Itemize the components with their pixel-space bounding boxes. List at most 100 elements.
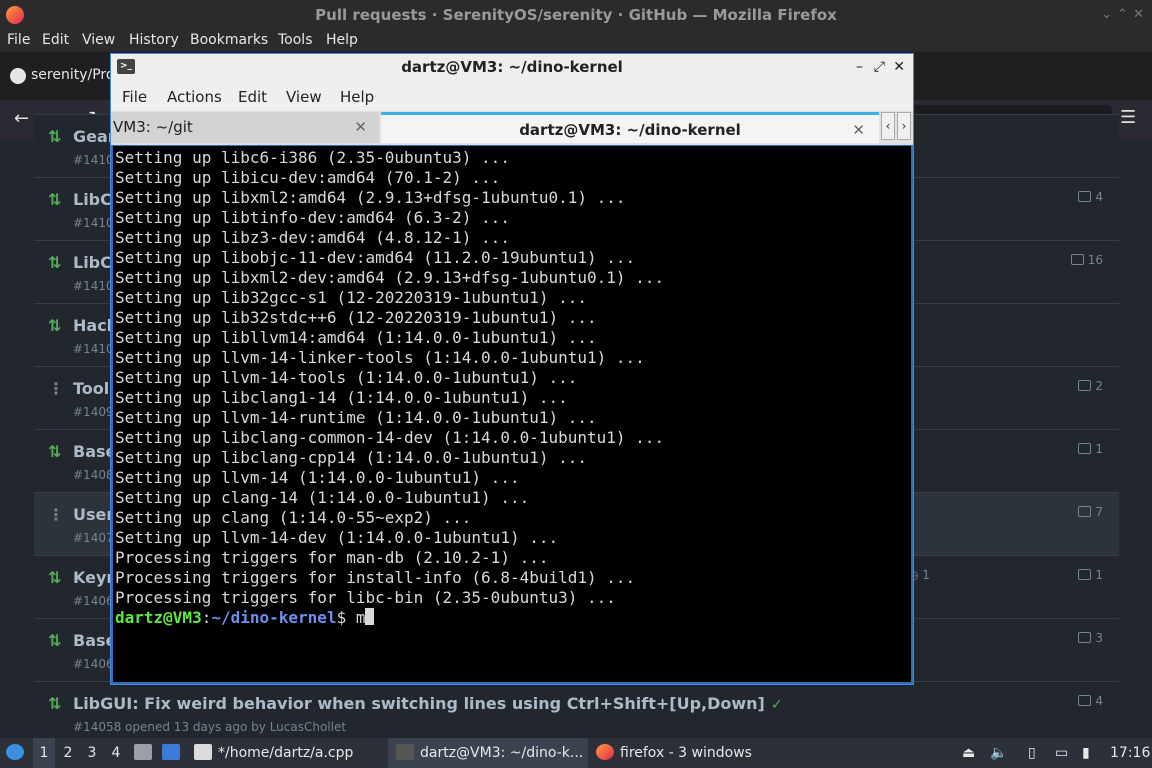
clock[interactable]: 17:16 [1110, 738, 1150, 768]
hamburger-menu-icon[interactable]: ☰ [1120, 107, 1136, 128]
battery-icon[interactable]: ▮ [1082, 738, 1090, 768]
clipboard-icon[interactable]: ▯ [1028, 738, 1036, 768]
tab-dino-kernel[interactable]: dartz@VM3: ~/dino-kernel ✕ [381, 112, 879, 143]
menu-history[interactable]: History [129, 32, 179, 48]
menu-help[interactable]: Help [326, 32, 358, 48]
prompt-separator: : [201, 608, 212, 627]
workspace-2[interactable]: 2 [57, 738, 79, 768]
pr-row[interactable]: ⇅ LibGUI: Fix weird behavior when switch… [34, 681, 1119, 744]
terminal-line: Setting up lib32stdc++6 (12-20220319-1ub… [115, 308, 597, 327]
menu-edit[interactable]: Edit [238, 88, 267, 106]
pr-title[interactable]: LibC [73, 253, 112, 272]
menu-edit[interactable]: Edit [42, 32, 69, 48]
terminal-line: Setting up libclang1-14 (1:14.0.0-1ubunt… [115, 388, 568, 407]
comment-icon [1078, 569, 1092, 580]
terminal-line: Setting up libicu-dev:amd64 (70.1-2) ... [115, 168, 501, 187]
pr-open-icon: ⇅ [48, 631, 62, 650]
pr-draft-icon: ⋮ [48, 379, 64, 398]
terminal-line: Setting up clang-14 (1:14.0.0-1ubuntu1) … [115, 488, 530, 507]
terminal-line: Setting up libobjc-11-dev:amd64 (11.2.0-… [115, 248, 636, 267]
github-icon [10, 68, 26, 84]
pr-title[interactable]: LibC [73, 190, 112, 209]
terminal-line: Setting up llvm-14-linker-tools (1:14.0.… [115, 348, 645, 367]
close-icon[interactable]: ✕ [1133, 0, 1144, 30]
volume-icon[interactable]: 🔈 [990, 738, 1007, 768]
pr-title[interactable]: User [73, 505, 114, 524]
comment-count[interactable]: 16 [1070, 253, 1103, 267]
minimize-icon[interactable]: ⌄ [1101, 0, 1112, 30]
comment-count[interactable]: 2 [1078, 379, 1103, 393]
comment-count[interactable]: 1 [1078, 442, 1103, 456]
firefox-logo-icon [6, 6, 24, 24]
prompt-path: ~/dino-kernel [211, 608, 337, 627]
terminal-line: Setting up libxml2-dev:amd64 (2.9.13+dfs… [115, 268, 665, 287]
menu-actions[interactable]: Actions [167, 88, 222, 106]
comment-icon [1070, 254, 1084, 265]
terminal-line: Setting up libtinfo-dev:amd64 (6.3-2) ..… [115, 208, 510, 227]
text-cursor [365, 608, 375, 625]
comment-count[interactable]: 3 [1078, 631, 1103, 645]
maximize-icon[interactable]: ⤢ [874, 54, 885, 81]
pr-open-icon: ⇅ [48, 253, 62, 272]
minimize-icon[interactable]: – [856, 54, 863, 81]
menu-file[interactable]: File [7, 32, 30, 48]
network-icon[interactable]: ▭ [1055, 738, 1068, 768]
comment-count[interactable]: 4 [1078, 694, 1103, 708]
prompt-input[interactable]: m [356, 608, 366, 627]
menu-bookmarks[interactable]: Bookmarks [190, 32, 268, 48]
pr-title[interactable]: LibGUI: Fix weird behavior when switchin… [73, 694, 783, 713]
maximize-icon[interactable]: ⌃ [1117, 0, 1128, 30]
tab-scroll-left-icon[interactable]: ‹ [881, 112, 895, 140]
file-manager-icon[interactable] [134, 738, 158, 768]
terminal-line: Setting up llvm-14-runtime (1:14.0.0-1ub… [115, 408, 597, 427]
pr-open-icon: ⇅ [48, 442, 62, 461]
workspace-4[interactable]: 4 [105, 738, 127, 768]
prompt-user: dartz@VM3 [115, 608, 202, 627]
konsole-window: >_ dartz@VM3: ~/dino-kernel – ⤢ ✕ File A… [110, 53, 914, 685]
comment-icon [1078, 380, 1092, 391]
menu-file[interactable]: File [122, 88, 147, 106]
terminal-prompt[interactable]: dartz@VM3:~/dino-kernel$ m [115, 608, 911, 628]
close-tab-icon[interactable]: ✕ [354, 112, 367, 143]
comment-count[interactable]: 7 [1078, 505, 1103, 519]
workspace-3[interactable]: 3 [81, 738, 103, 768]
start-menu-icon[interactable] [6, 738, 28, 768]
terminal-line: Setting up libclang-cpp14 (1:14.0.0-1ubu… [115, 448, 588, 467]
tray-up-icon[interactable]: ⏏ [962, 738, 975, 768]
comment-count[interactable]: 1 [1078, 568, 1103, 582]
menu-help[interactable]: Help [340, 88, 374, 106]
comment-count[interactable]: 4 [1078, 190, 1103, 204]
firefox-icon [596, 744, 614, 760]
back-icon[interactable]: ← [14, 108, 29, 129]
menu-view[interactable]: View [286, 88, 322, 106]
menu-tools[interactable]: Tools [278, 32, 313, 48]
terminal-line: Setting up llvm-14-tools (1:14.0.0-1ubun… [115, 368, 578, 387]
konsole-titlebar[interactable]: >_ dartz@VM3: ~/dino-kernel – ⤢ ✕ [111, 54, 913, 81]
terminal-line: Setting up libc6-i386 (2.35-0ubuntu3) ..… [115, 148, 510, 167]
task-konsole[interactable]: dartz@VM3: ~/dino-k... [388, 738, 588, 768]
show-desktop-icon[interactable] [162, 738, 186, 768]
comment-icon [1078, 191, 1092, 202]
close-icon[interactable]: ✕ [893, 54, 905, 81]
firefox-tab[interactable]: serenity/Pro [0, 64, 114, 92]
menu-view[interactable]: View [82, 32, 115, 48]
tab-scroll-right-icon[interactable]: › [897, 112, 911, 140]
tab-label: dartz@VM3: ~/dino-kernel [519, 121, 741, 139]
pr-open-icon: ⇅ [48, 694, 62, 713]
konsole-menubar: File Actions Edit View Help [111, 81, 913, 111]
terminal-line: Setting up libllvm14:amd64 (1:14.0.0-1ub… [115, 328, 597, 347]
workspace-1[interactable]: 1 [33, 738, 55, 768]
check-icon: ✓ [770, 697, 783, 713]
taskbar: 1 2 3 4 */home/dartz/a.cpp dartz@VM3: ~/… [0, 738, 1152, 768]
terminal-line: Processing triggers for man-db (2.10.2-1… [115, 548, 549, 567]
terminal-line: Processing triggers for install-info (6.… [115, 568, 636, 587]
terminal-output[interactable]: Setting up libc6-i386 (2.35-0ubuntu3) ..… [113, 146, 911, 682]
text-editor-icon [194, 744, 212, 760]
close-tab-icon[interactable]: ✕ [852, 115, 865, 146]
terminal-line: Setting up libz3-dev:amd64 (4.8.12-1) ..… [115, 228, 510, 247]
firefox-window-title: Pull requests · SerenityOS/serenity · Gi… [315, 6, 837, 24]
tab-git[interactable]: VM3: ~/git ✕ [111, 112, 379, 143]
terminal-icon: >_ [117, 59, 135, 74]
task-firefox[interactable]: firefox - 3 windows [596, 738, 752, 768]
task-editor[interactable]: */home/dartz/a.cpp [194, 738, 353, 768]
